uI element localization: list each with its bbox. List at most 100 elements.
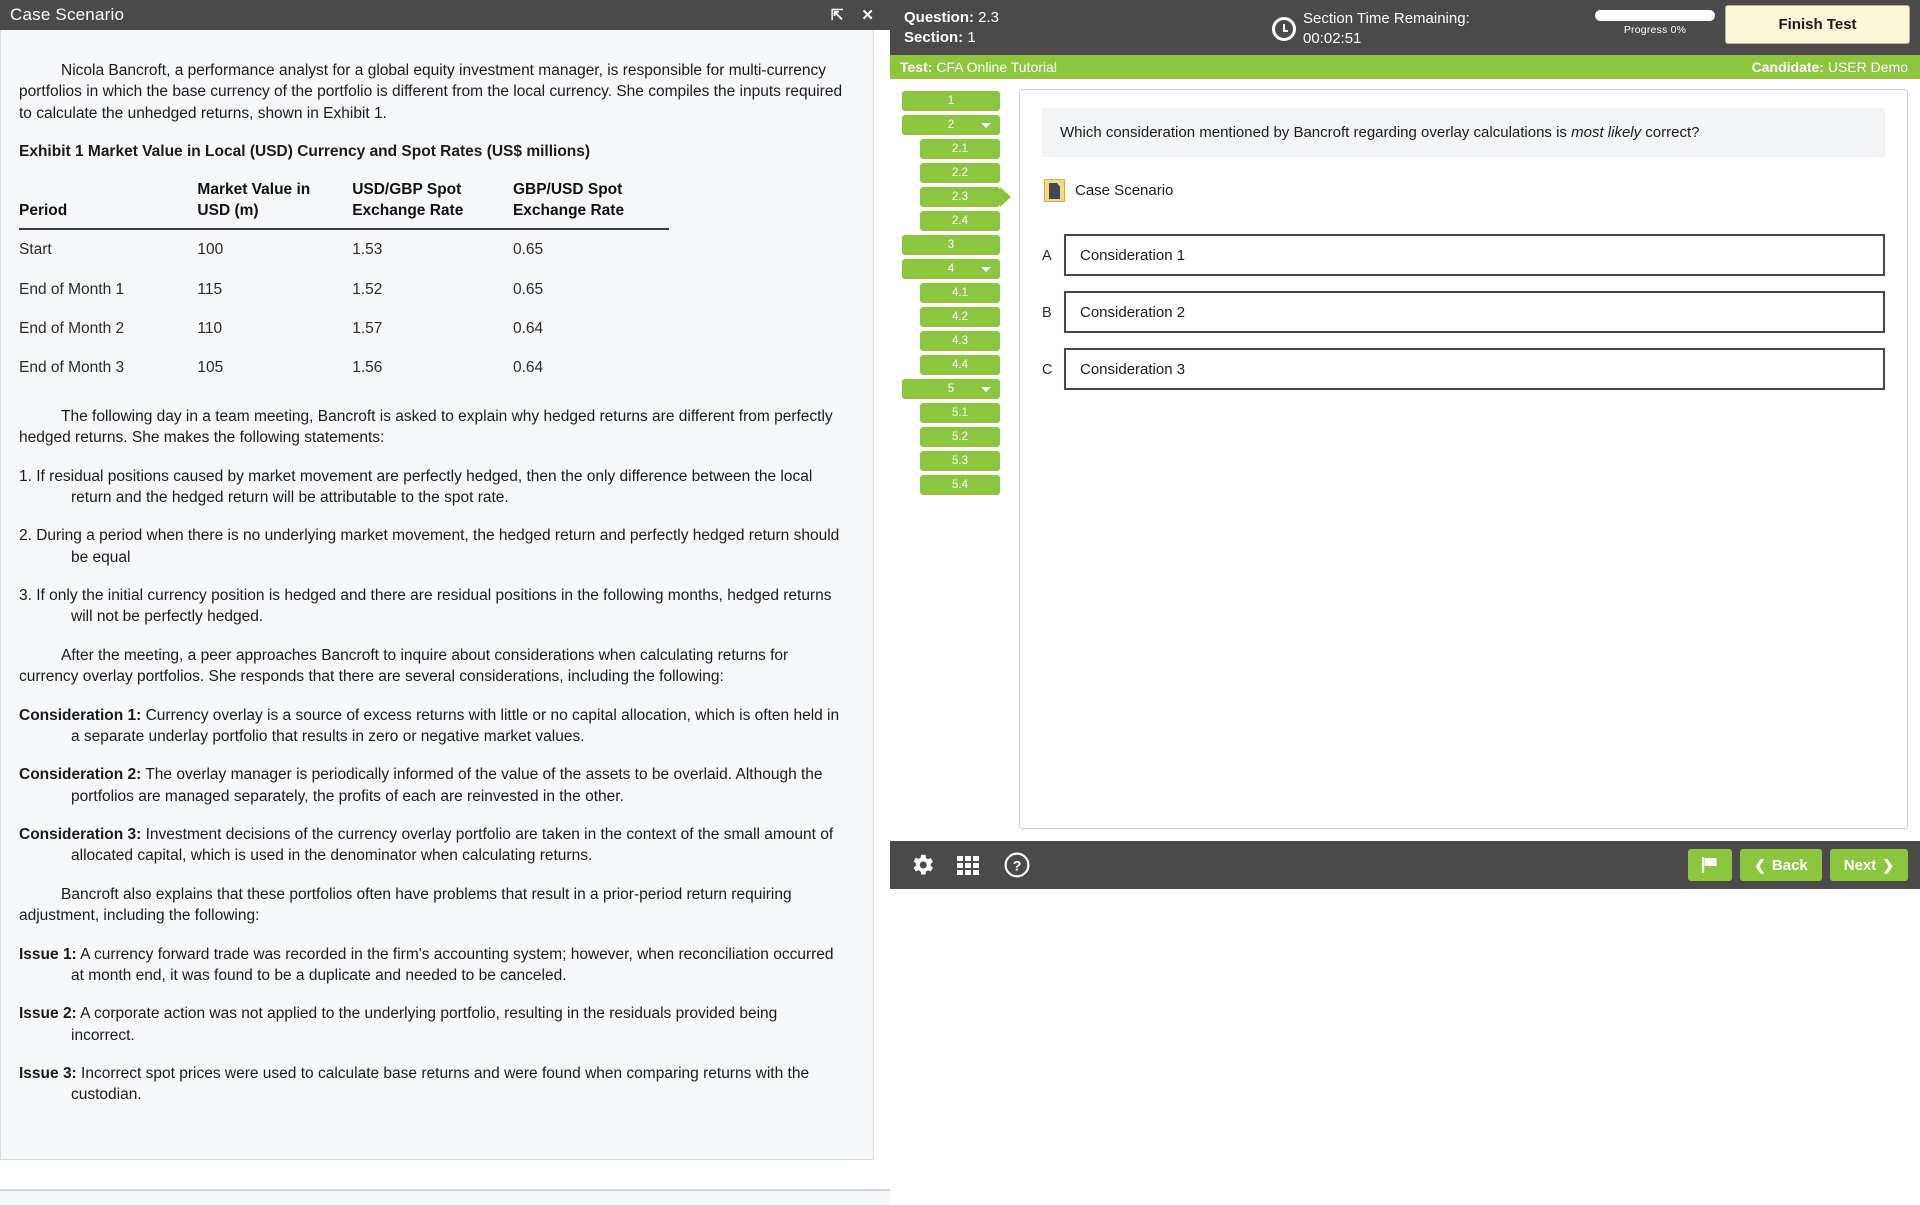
qnav-label: 2.4 bbox=[952, 215, 968, 227]
table-header-row: Period Market Value in USD (m) USD/GBP S… bbox=[19, 176, 669, 231]
qnav-label: 2.3 bbox=[952, 191, 968, 203]
answer-option-c[interactable]: Consideration 3 bbox=[1064, 348, 1885, 390]
clock-icon bbox=[1272, 16, 1296, 41]
next-button[interactable]: Next ❯ bbox=[1829, 849, 1908, 881]
help-icon[interactable]: ? bbox=[1004, 852, 1030, 878]
consideration-1-text: Currency overlay is a source of excess r… bbox=[71, 706, 840, 745]
progress-label: Progress 0% bbox=[1623, 24, 1687, 36]
qnav-item-4[interactable]: 4 bbox=[902, 259, 1000, 279]
qnav-item-3[interactable]: 3 bbox=[902, 235, 1000, 255]
answer-option-b[interactable]: Consideration 2 bbox=[1064, 291, 1885, 333]
table-row: End of Month 1 115 1.52 0.65 bbox=[19, 270, 669, 309]
cell-period: End of Month 2 bbox=[19, 320, 125, 337]
qnav-item-4-4[interactable]: 4.4 bbox=[920, 355, 1000, 375]
qnav-item-4-2[interactable]: 4.2 bbox=[920, 307, 1000, 327]
timer-text: Section Time Remaining: 00:02:51 bbox=[1303, 9, 1470, 48]
qnav-item-4-1[interactable]: 4.1 bbox=[920, 283, 1000, 303]
section-label: Section: bbox=[904, 28, 964, 46]
cell-market-value: 115 bbox=[197, 280, 223, 298]
qnav-item-5-3[interactable]: 5.3 bbox=[920, 451, 1000, 471]
window-controls: ⇱ ✕ bbox=[831, 8, 880, 23]
answer-text-a: Consideration 1 bbox=[1080, 246, 1186, 264]
cell-market-value: 110 bbox=[197, 320, 223, 337]
case-scenario-link[interactable]: Case Scenario bbox=[1044, 179, 1885, 202]
test-name: CFA Online Tutorial bbox=[936, 59, 1057, 75]
intro-paragraph: Nicola Bancroft, a performance analyst f… bbox=[19, 62, 843, 122]
stem-emphasis: most likely bbox=[1571, 124, 1642, 141]
cell-gbp-usd: 0.64 bbox=[512, 359, 544, 377]
consideration-3: Consideration 3: Investment decisions of… bbox=[19, 824, 843, 867]
statement-3: 3. If only the initial currency position… bbox=[19, 587, 832, 626]
qnav-label: 5.1 bbox=[952, 407, 968, 419]
cell-usd-gbp: 1.57 bbox=[352, 320, 383, 337]
back-button[interactable]: ❮ Back bbox=[1740, 849, 1822, 881]
answer-row-a: A Consideration 1 bbox=[1042, 234, 1885, 276]
consideration-3-text: Investment decisions of the currency ove… bbox=[71, 826, 834, 865]
col-header-period: Period bbox=[19, 176, 198, 231]
qnav-item-2-2[interactable]: 2.2 bbox=[920, 163, 1000, 183]
restore-icon[interactable]: ⇱ bbox=[831, 8, 844, 23]
consideration-1-label: Consideration 1: bbox=[19, 706, 142, 724]
close-icon[interactable]: ✕ bbox=[861, 8, 874, 23]
qnav-item-5-4[interactable]: 5.4 bbox=[920, 475, 1000, 495]
chevron-down-icon bbox=[981, 267, 991, 272]
issue-1: Issue 1: A currency forward trade was re… bbox=[19, 944, 843, 987]
exhibit-title: Exhibit 1 Market Value in Local (USD) Cu… bbox=[19, 143, 591, 161]
grid-icon[interactable] bbox=[956, 853, 984, 877]
issue-3-text: Incorrect spot prices were used to calcu… bbox=[71, 1065, 810, 1104]
test-info: Test: CFA Online Tutorial bbox=[900, 59, 1057, 75]
qnav-label: 1 bbox=[947, 95, 955, 107]
svg-text:?: ? bbox=[1013, 857, 1022, 873]
statement-1: 1. If residual positions caused by marke… bbox=[19, 467, 813, 506]
cell-usd-gbp: 1.53 bbox=[352, 241, 383, 259]
qnav-item-2[interactable]: 2 bbox=[902, 115, 1000, 135]
qnav-label: 4.1 bbox=[952, 287, 968, 299]
cell-market-value: 105 bbox=[197, 359, 224, 377]
test-label: Test: bbox=[900, 59, 933, 75]
qnav-item-4-3[interactable]: 4.3 bbox=[920, 331, 1000, 351]
section-value: 1 bbox=[967, 28, 976, 46]
navigation-controls: ❮ Back Next ❯ bbox=[1688, 849, 1908, 881]
answer-option-a[interactable]: Consideration 1 bbox=[1064, 234, 1885, 276]
issue-2: Issue 2: A corporate action was not appl… bbox=[19, 1003, 843, 1046]
qnav-item-2-3[interactable]: 2.3 bbox=[920, 187, 1011, 207]
qnav-label: 2 bbox=[947, 119, 955, 131]
peer-paragraph: After the meeting, a peer approaches Ban… bbox=[19, 646, 789, 686]
meeting-paragraph: The following day in a team meeting, Ban… bbox=[19, 407, 833, 447]
issue-2-text: A corporate action was not applied to th… bbox=[71, 1005, 778, 1044]
problems-paragraph: Bancroft also explains that these portfo… bbox=[19, 885, 792, 925]
exam-bottombar: ? ❮ Back Next ❯ bbox=[890, 841, 1920, 889]
finish-test-button[interactable]: Finish Test bbox=[1725, 5, 1910, 44]
qnav-label: 5.3 bbox=[952, 455, 968, 467]
qnav-item-2-1[interactable]: 2.1 bbox=[920, 139, 1000, 159]
case-scenario-body: Nicola Bancroft, a performance analyst f… bbox=[0, 30, 874, 1160]
section-line: Section: 1 bbox=[904, 28, 999, 48]
case-scenario-link-label: Case Scenario bbox=[1075, 182, 1174, 199]
qnav-item-5[interactable]: 5 bbox=[902, 379, 1000, 399]
cell-gbp-usd: 0.64 bbox=[512, 320, 544, 337]
progress-bar bbox=[1595, 10, 1715, 21]
cell-usd-gbp: 1.52 bbox=[352, 280, 383, 298]
back-button-label: Back bbox=[1771, 856, 1808, 874]
cell-period: End of Month 3 bbox=[19, 359, 125, 377]
case-window-footer-strip bbox=[0, 1189, 890, 1205]
question-navigator: 1 2 2.1 2.2 2.3 2.4 3 4 4.1 4.2 4.3 4.4 … bbox=[902, 89, 1011, 841]
qnav-item-5-1[interactable]: 5.1 bbox=[920, 403, 1000, 423]
candidate-label: Candidate: bbox=[1751, 59, 1824, 75]
question-line: Question: 2.3 bbox=[904, 8, 999, 28]
gear-icon[interactable] bbox=[908, 851, 936, 879]
qnav-item-2-4[interactable]: 2.4 bbox=[920, 211, 1000, 231]
cell-period: End of Month 1 bbox=[19, 280, 125, 298]
flag-question-button[interactable] bbox=[1688, 849, 1733, 881]
question-info: Question: 2.3 Section: 1 bbox=[904, 8, 999, 48]
table-row: End of Month 3 105 1.56 0.64 bbox=[19, 348, 669, 387]
case-scenario-content: Nicola Bancroft, a performance analyst f… bbox=[9, 30, 865, 1133]
issue-3: Issue 3: Incorrect spot prices were used… bbox=[19, 1063, 843, 1106]
cell-gbp-usd: 0.65 bbox=[512, 241, 544, 259]
issue-3-label: Issue 3: bbox=[19, 1065, 77, 1082]
exam-app: Question: 2.3 Section: 1 Section Time Re… bbox=[890, 0, 1920, 889]
qnav-item-5-2[interactable]: 5.2 bbox=[920, 427, 1000, 447]
case-scenario-title: Case Scenario bbox=[10, 5, 125, 24]
qnav-item-1[interactable]: 1 bbox=[902, 91, 1000, 111]
toolbar-icons: ? bbox=[908, 851, 1030, 879]
